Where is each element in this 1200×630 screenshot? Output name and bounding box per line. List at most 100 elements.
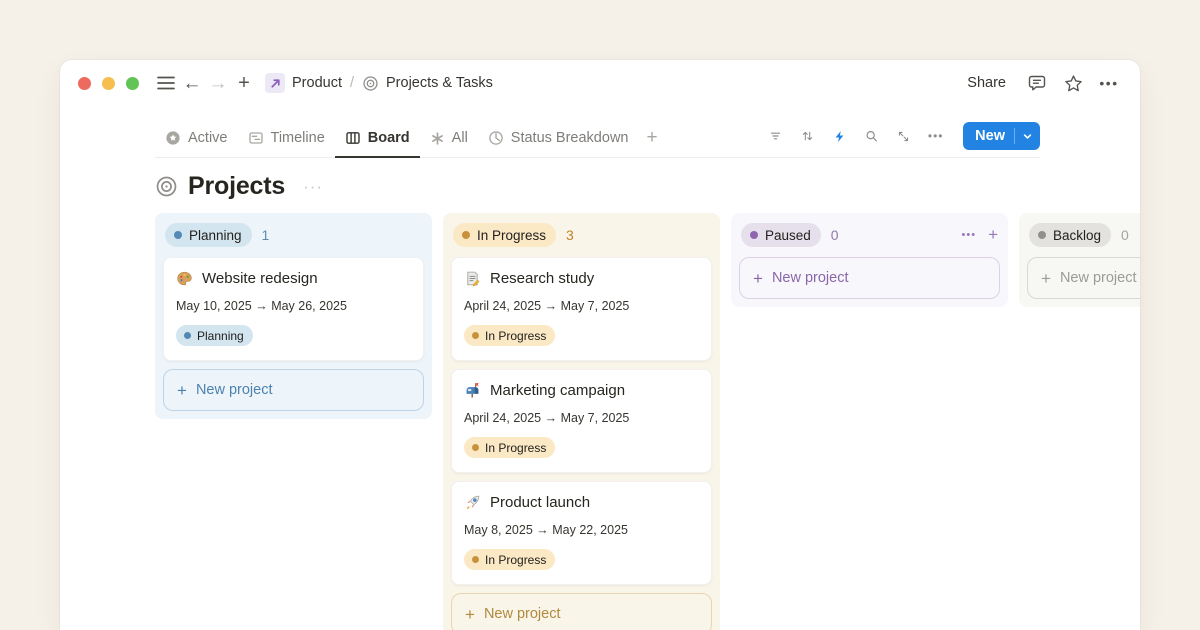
column-count: 1 (262, 227, 270, 243)
status-badge[interactable]: Paused (741, 223, 821, 247)
plus-icon: + (465, 606, 475, 623)
card-tag-row: In Progress (464, 325, 699, 346)
card-title-row: Website redesign (176, 270, 411, 287)
filter-button[interactable] (763, 124, 788, 149)
status-badge: In Progress (464, 549, 555, 570)
plus-icon: + (177, 382, 187, 399)
tab-active[interactable]: Active (155, 124, 238, 158)
status-badge[interactable]: Backlog (1029, 223, 1111, 247)
close-window-button[interactable] (78, 77, 91, 90)
project-card[interactable]: Website redesign May 10, 2025 → May 26, … (163, 257, 424, 361)
card-tag-row: In Progress (464, 549, 699, 570)
breadcrumb-separator: / (350, 75, 354, 91)
project-card[interactable]: Research study April 24, 2025 → May 7, 2… (451, 257, 712, 361)
forward-arrow: → (209, 74, 228, 93)
sidebar-toggle-button[interactable] (153, 70, 179, 96)
title-more-button[interactable]: ··· (303, 177, 323, 197)
view-tabs: Active Timeline Board All Status Breakdo… (155, 124, 666, 157)
status-label: In Progress (485, 329, 546, 343)
project-card[interactable]: Marketing campaign April 24, 2025 → May … (451, 369, 712, 473)
status-dot-icon (1038, 231, 1046, 239)
tab-status-breakdown[interactable]: Status Breakdown (478, 124, 639, 158)
column-paused: Paused 0 ••• + + New project (731, 213, 1008, 307)
more-icon: ••• (1099, 75, 1118, 91)
breadcrumb-label: Product (292, 75, 342, 91)
page-title-row: Projects ··· (155, 172, 1040, 201)
column-backlog: Backlog 0 + New project (1019, 213, 1140, 307)
column-in-progress: In Progress 3 Research study April 24, 2… (443, 213, 720, 630)
star-circle-icon (165, 130, 181, 146)
new-button[interactable]: New (963, 122, 1040, 150)
more-icon: ••• (928, 129, 944, 143)
comments-button[interactable] (1024, 70, 1050, 96)
status-dot-icon (750, 231, 758, 239)
more-options-button[interactable]: ••• (1096, 70, 1122, 96)
new-page-button[interactable]: + (231, 70, 257, 96)
plus-icon: + (238, 73, 250, 93)
status-badge: Planning (176, 325, 253, 346)
add-view-button[interactable]: + (638, 127, 665, 157)
automations-button[interactable] (827, 124, 852, 149)
column-header: In Progress 3 (451, 221, 712, 249)
filter-icon (769, 128, 782, 144)
new-project-label: New project (772, 270, 849, 286)
share-button[interactable]: Share (959, 71, 1014, 95)
column-add-button[interactable]: + (988, 225, 998, 245)
card-dates: May 8, 2025 → May 22, 2025 (464, 523, 699, 537)
search-icon (865, 128, 878, 144)
page-title: Projects (188, 172, 285, 201)
memo-icon (464, 270, 481, 287)
tab-board[interactable]: Board (335, 124, 420, 158)
column-planning: Planning 1 Website redesign May 10, 2025… (155, 213, 432, 419)
product-emblem-icon (265, 73, 285, 93)
minimize-window-button[interactable] (102, 77, 115, 90)
status-dot-icon (184, 332, 191, 339)
column-count: 0 (1121, 227, 1129, 243)
column-count: 0 (831, 227, 839, 243)
search-button[interactable] (859, 124, 884, 149)
breadcrumb-label: Projects & Tasks (386, 75, 493, 91)
card-dates: April 24, 2025 → May 7, 2025 (464, 411, 699, 425)
back-arrow: ← (183, 74, 202, 93)
tab-timeline[interactable]: Timeline (238, 124, 335, 158)
card-dates: April 24, 2025 → May 7, 2025 (464, 299, 699, 313)
column-more-button[interactable]: ••• (962, 229, 977, 241)
card-title: Product launch (490, 494, 590, 511)
window-topbar: ← → + Product / Projects & Tasks Share (60, 60, 1140, 106)
tab-all[interactable]: All (420, 124, 478, 158)
new-project-button[interactable]: + New project (451, 593, 712, 630)
lightning-icon (833, 129, 846, 144)
app-window: ← → + Product / Projects & Tasks Share (60, 60, 1140, 630)
chevron-down-icon[interactable] (1015, 131, 1040, 142)
status-badge[interactable]: Planning (165, 223, 252, 247)
card-title-row: Product launch (464, 494, 699, 511)
plus-icon: + (1041, 270, 1051, 287)
rocket-icon (464, 494, 481, 511)
view-more-button[interactable]: ••• (923, 124, 948, 149)
breadcrumb-item-page[interactable]: Projects & Tasks (362, 75, 493, 92)
status-dot-icon (462, 231, 470, 239)
new-project-button[interactable]: + New project (739, 257, 1000, 299)
favorite-button[interactable] (1060, 70, 1086, 96)
expand-icon (897, 129, 910, 144)
new-project-button[interactable]: + New project (1027, 257, 1140, 299)
card-dates: May 10, 2025 → May 26, 2025 (176, 299, 411, 313)
column-header-actions: ••• + (962, 225, 999, 245)
status-badge: In Progress (464, 325, 555, 346)
breadcrumb-item-product[interactable]: Product (265, 73, 342, 93)
tab-label: All (452, 130, 468, 146)
status-badge[interactable]: In Progress (453, 223, 556, 247)
status-dot-icon (472, 556, 479, 563)
status-label: Paused (765, 228, 811, 243)
back-button[interactable]: ← (179, 70, 205, 96)
zoom-window-button[interactable] (126, 77, 139, 90)
forward-button[interactable]: → (205, 70, 231, 96)
status-dot-icon (174, 231, 182, 239)
sort-button[interactable] (795, 124, 820, 149)
project-card[interactable]: Product launch May 8, 2025 → May 22, 202… (451, 481, 712, 585)
new-project-button[interactable]: + New project (163, 369, 424, 411)
expand-button[interactable] (891, 124, 916, 149)
plus-icon: + (646, 127, 657, 148)
status-label: In Progress (477, 228, 546, 243)
status-badge: In Progress (464, 437, 555, 458)
